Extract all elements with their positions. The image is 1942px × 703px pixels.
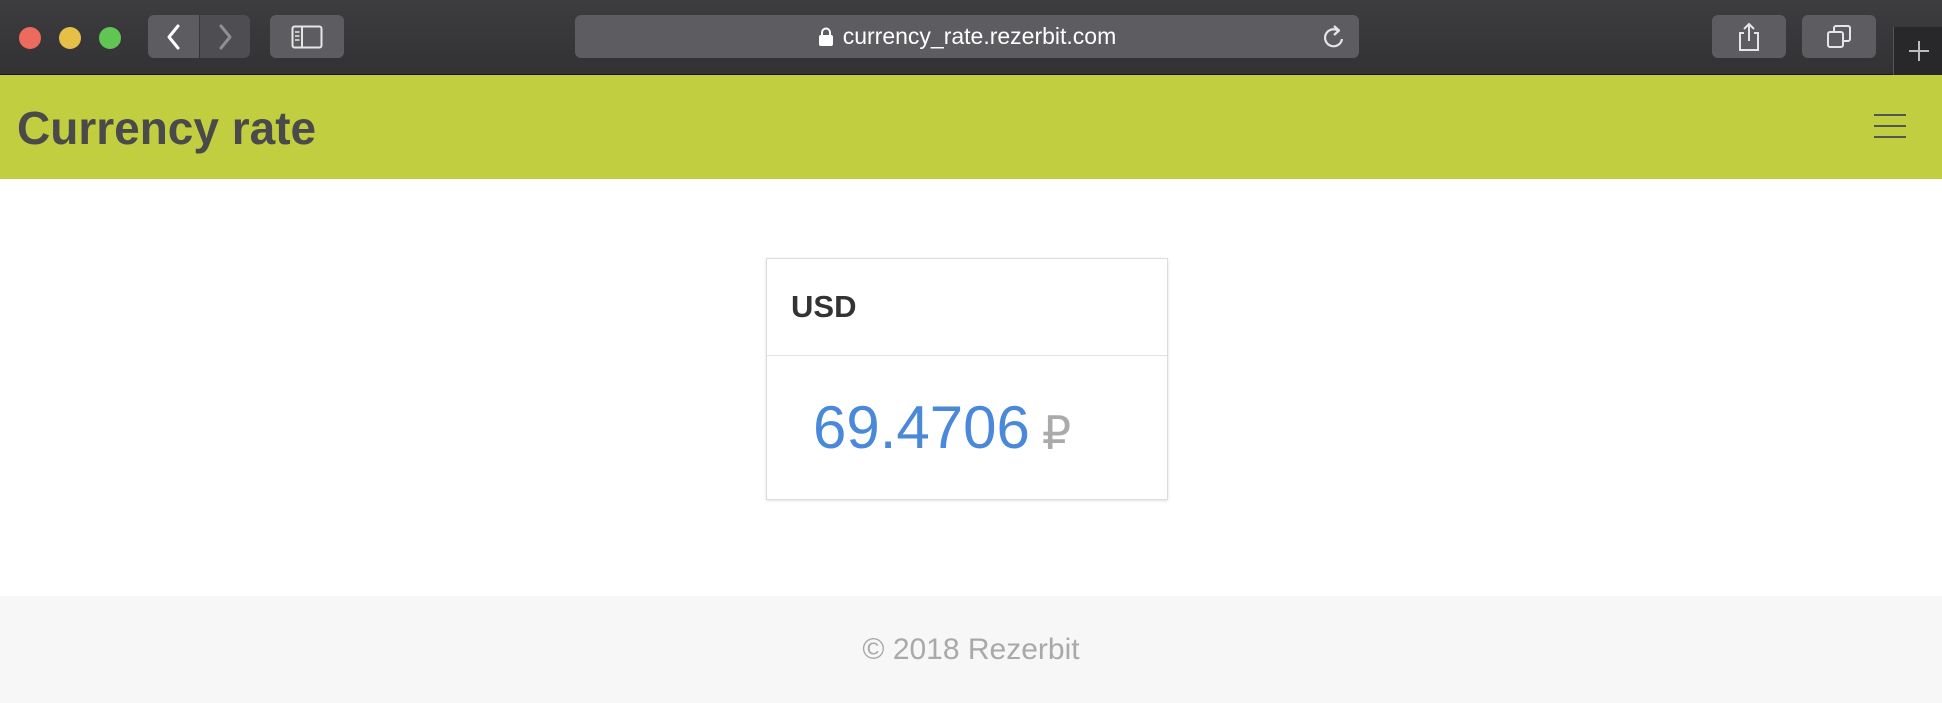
sidebar-toggle-button[interactable] [270,15,344,58]
tab-overview-button[interactable] [1802,15,1876,58]
copyright-text: © 2018 Rezerbit [862,632,1080,666]
chevron-right-icon [219,24,232,49]
share-button[interactable] [1712,15,1786,58]
url-text: currency_rate.rezerbit.com [842,23,1117,49]
close-window-button[interactable] [19,27,41,49]
chevron-left-icon [167,24,179,49]
ruble-sign: ₽ [1041,406,1072,459]
currency-rate-card: USD 69.4706 ₽ [766,258,1168,500]
rate-display: 69.4706 ₽ [767,356,1167,499]
brand-title[interactable]: Currency rate [17,101,316,155]
sidebar-icon [291,25,323,48]
tabs-overview-icon [1827,24,1851,48]
plus-icon [1908,41,1929,61]
footer: © 2018 Rezerbit [0,596,1942,703]
hamburger-icon[interactable] [1874,114,1906,138]
minimize-window-button[interactable] [59,27,81,49]
address-bar[interactable]: currency_rate.rezerbit.com [575,15,1359,58]
reload-icon[interactable] [1321,23,1347,51]
currency-code: USD [767,259,1167,356]
back-button[interactable] [148,15,199,58]
rate-value: 69.4706 [813,394,1030,461]
navbar: Currency rate [0,75,1942,179]
share-icon [1739,22,1759,51]
zoom-window-button[interactable] [99,27,121,49]
forward-button[interactable] [200,15,250,58]
browser-toolbar: currency_rate.rezerbit.com [0,0,1942,75]
lock-icon [818,27,833,46]
new-tab-button[interactable] [1893,27,1942,75]
